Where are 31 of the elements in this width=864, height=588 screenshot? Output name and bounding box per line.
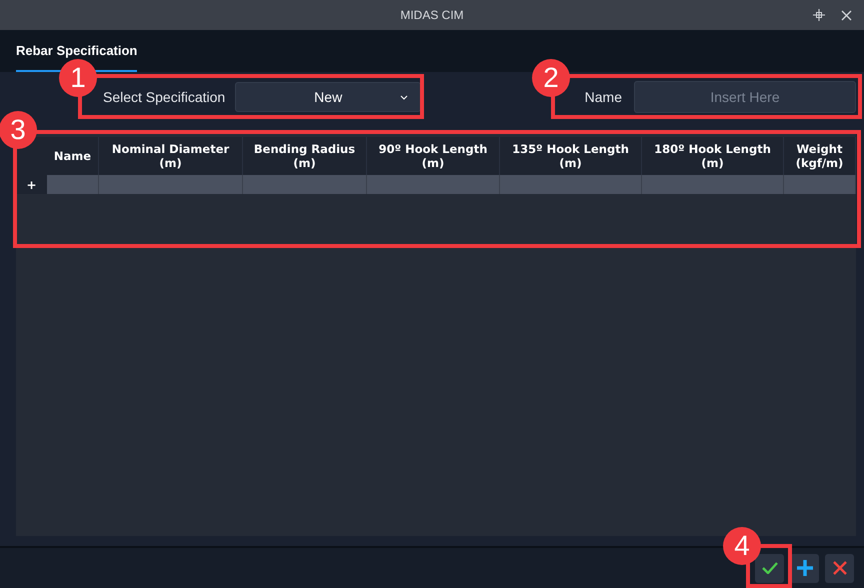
table-cell[interactable]: [367, 175, 500, 194]
close-icon[interactable]: [841, 10, 852, 20]
plus-icon: [796, 559, 814, 577]
table-cell[interactable]: [642, 175, 784, 194]
field-label: Select Specification: [103, 89, 226, 105]
chevron-icon: [400, 94, 408, 100]
callout-number: 1: [59, 59, 97, 97]
close-icon: [832, 560, 848, 576]
window-title: MIDAS CIM: [400, 8, 464, 22]
column-header: Weight (kgf/m): [784, 137, 856, 175]
table-cell[interactable]: [47, 175, 99, 194]
new-row-marker[interactable]: +: [16, 175, 47, 194]
specification-dropdown[interactable]: New: [235, 82, 422, 112]
table-cell[interactable]: [99, 175, 243, 194]
column-header: Name: [47, 137, 99, 175]
check-icon: [762, 562, 778, 574]
cancel-button[interactable]: [825, 554, 854, 582]
column-header: Bending Radius (m): [243, 137, 367, 175]
column-header: 135º Hook Length (m): [500, 137, 642, 175]
table-cell[interactable]: [784, 175, 856, 194]
move-icon[interactable]: [813, 9, 825, 21]
add-button[interactable]: [790, 554, 819, 582]
column-header: 180º Hook Length (m): [642, 137, 784, 175]
column-header: 90º Hook Length (m): [367, 137, 500, 175]
callout-number: 2: [532, 59, 570, 97]
column-header: Nominal Diameter (m): [99, 137, 243, 175]
field-label: Name: [584, 89, 622, 105]
table-cell[interactable]: [500, 175, 642, 194]
name-field[interactable]: Insert Here: [634, 81, 856, 113]
table-cell[interactable]: [243, 175, 367, 194]
confirm-button[interactable]: [755, 554, 784, 582]
